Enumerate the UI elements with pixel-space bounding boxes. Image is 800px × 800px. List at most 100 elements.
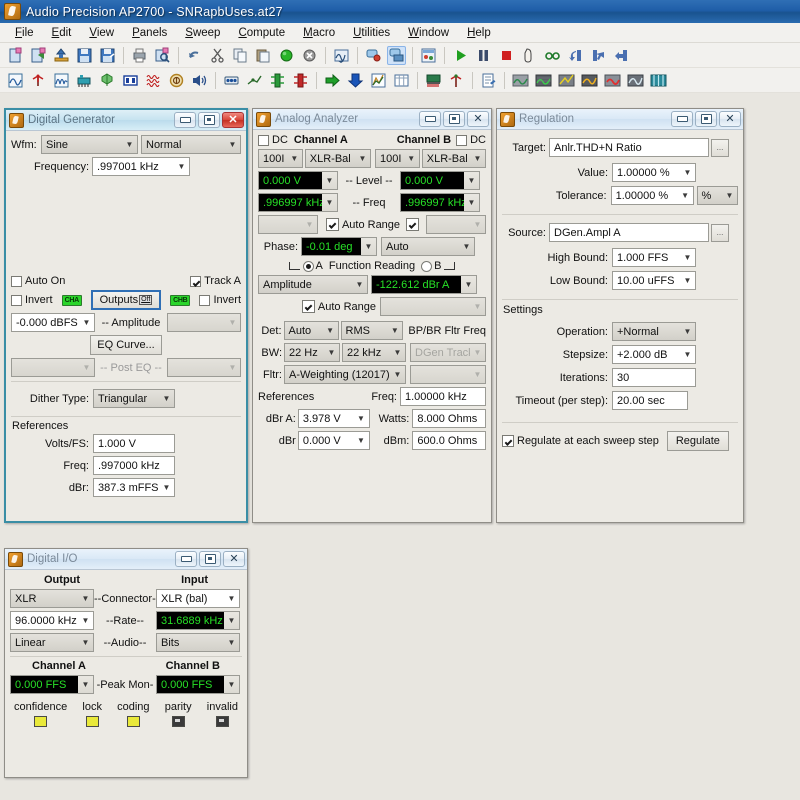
input-rate-readout[interactable]: 31.6889 kHz ▼ — [156, 611, 240, 630]
cut-icon[interactable] — [208, 46, 227, 65]
input-connector-select[interactable]: XLR (bal) ▼ — [156, 589, 240, 608]
sweep-panel-icon[interactable] — [52, 71, 71, 90]
function-reading-readout[interactable]: -122.612 dBr A ▼ — [371, 275, 477, 294]
post-eq-a-select[interactable]: ▼ — [11, 358, 95, 377]
new-test-icon[interactable] — [6, 46, 25, 65]
run-icon[interactable] — [451, 46, 470, 65]
waveform-display-icon[interactable] — [332, 46, 351, 65]
dbm-input[interactable]: 600.0 Ohms — [412, 431, 487, 450]
target-input[interactable]: Anlr.THD+N Ratio — [549, 138, 709, 157]
menu-sweep[interactable]: Sweep — [176, 26, 229, 40]
dsp-audio-icon[interactable] — [121, 71, 140, 90]
digital-generator-panel[interactable]: Digital Generator ✕ Wfm: Sine ▼ Normal ▼… — [4, 108, 248, 523]
auto-range-b-checkbox[interactable] — [406, 218, 420, 231]
maximize-button[interactable] — [443, 111, 465, 127]
close-button[interactable]: ✕ — [719, 111, 741, 127]
menu-help[interactable]: Help — [458, 26, 500, 40]
auto-on-checkbox[interactable] — [11, 275, 22, 287]
menu-view[interactable]: View — [80, 26, 123, 40]
bargraph-teal-icon[interactable] — [649, 71, 668, 90]
digital-generator-titlebar[interactable]: Digital Generator ✕ — [6, 110, 246, 131]
invert-b-group[interactable]: Invert — [199, 294, 241, 306]
fn-range-select[interactable]: ▼ — [380, 297, 486, 316]
panel-properties-icon[interactable] — [419, 46, 438, 65]
chevron-down-icon[interactable]: ▼ — [224, 676, 239, 693]
dither-select[interactable]: Triangular ▼ — [93, 389, 175, 408]
step-back-icon[interactable] — [566, 46, 585, 65]
chevron-down-icon[interactable]: ▼ — [461, 276, 476, 293]
amplitude-a-input[interactable]: -0.000 dBFS ▼ — [11, 313, 95, 332]
post-eq-b-select[interactable]: ▼ — [167, 358, 241, 377]
graph-icon[interactable] — [369, 71, 388, 90]
open-test-icon[interactable] — [29, 46, 48, 65]
stepsize-input[interactable]: +2.000 dB ▼ — [612, 345, 696, 364]
save-as-icon[interactable] — [98, 46, 117, 65]
menu-macro[interactable]: Macro — [294, 26, 344, 40]
aa-dbr-input[interactable]: 0.000 V ▼ — [297, 431, 370, 450]
menu-edit[interactable]: Edit — [43, 26, 81, 40]
chevron-down-icon[interactable]: ▼ — [322, 194, 337, 211]
switcher-b-icon[interactable] — [291, 71, 310, 90]
tolerance-unit-select[interactable]: % ▼ — [696, 186, 738, 205]
invert-a-group[interactable]: Invert — [11, 294, 53, 306]
external-sync-icon[interactable] — [222, 71, 241, 90]
range-sel-a[interactable]: ▼ — [258, 215, 318, 234]
fn-auto-range-checkbox[interactable] — [301, 300, 315, 313]
bw-high-select[interactable]: 22 kHz ▼ — [342, 343, 406, 362]
tolerance-input[interactable]: 1.00000 % ▼ — [610, 186, 694, 205]
track-a-checkbox[interactable] — [190, 275, 202, 287]
menu-window[interactable]: Window — [399, 26, 458, 40]
bargraph-green-icon[interactable] — [534, 71, 553, 90]
output-audio-select[interactable]: Linear ▼ — [10, 633, 94, 652]
import-icon[interactable] — [346, 71, 365, 90]
bargraph-orange-icon[interactable] — [580, 71, 599, 90]
auto-range-a-checkbox[interactable] — [325, 218, 339, 231]
analog-analyzer-panel[interactable]: Analog Analyzer ✕ DC Channel A Channel B… — [252, 108, 492, 523]
waveform-select[interactable]: Sine ▼ — [41, 135, 138, 154]
dc-b-group[interactable]: Channel B DC — [397, 134, 486, 146]
digital-io-panel[interactable]: Digital I/O ✕ Output Input XLR ▼ --Conne… — [4, 548, 248, 778]
chevron-down-icon[interactable]: ▼ — [464, 172, 479, 189]
bargraph-yellow-icon[interactable] — [557, 71, 576, 90]
invert-a-checkbox[interactable] — [11, 294, 22, 306]
aa-ref-freq-input[interactable]: 1.00000 kHz — [400, 387, 486, 406]
outputs-button[interactable]: Outputs Off — [91, 290, 161, 310]
bargraph-gray-icon[interactable] — [511, 71, 530, 90]
menu-panels[interactable]: Panels — [123, 26, 176, 40]
regulation-titlebar[interactable]: Regulation ✕ — [497, 109, 743, 130]
digital-io-icon[interactable] — [75, 71, 94, 90]
amplitude-b-input[interactable]: ▼ — [167, 313, 241, 332]
peak-a-readout[interactable]: 0.000 FFS ▼ — [10, 675, 94, 694]
close-button[interactable]: ✕ — [223, 551, 245, 567]
dc-b-checkbox[interactable] — [456, 134, 468, 146]
analog-analyzer-titlebar[interactable]: Analog Analyzer ✕ — [253, 109, 491, 130]
peak-b-readout[interactable]: 0.000 FFS ▼ — [156, 675, 240, 694]
high-bound-input[interactable]: 1.000 FFS ▼ — [612, 248, 696, 267]
low-bound-input[interactable]: 10.00 uFFS ▼ — [612, 271, 696, 290]
maximize-button[interactable] — [695, 111, 717, 127]
function-select[interactable]: Amplitude ▼ — [258, 275, 368, 294]
bandpass-icon[interactable] — [144, 71, 163, 90]
undo-icon[interactable] — [185, 46, 204, 65]
chevron-down-icon[interactable]: ▼ — [78, 676, 93, 693]
dc-a-checkbox[interactable] — [258, 134, 269, 146]
input-audio-select[interactable]: Bits ▼ — [156, 633, 240, 652]
pause-icon[interactable] — [474, 46, 493, 65]
range-a-select[interactable]: 100I ▼ — [258, 149, 303, 168]
save-icon[interactable] — [75, 46, 94, 65]
range-sel-b[interactable]: ▼ — [426, 215, 486, 234]
comment-blue-icon[interactable] — [387, 45, 406, 65]
ref-freq-input[interactable]: .997000 kHz — [93, 456, 175, 475]
auto-on-group[interactable]: Auto On — [11, 275, 65, 287]
analog-generator-icon[interactable] — [29, 71, 48, 90]
menu-compute[interactable]: Compute — [229, 26, 294, 40]
fltr-extra-select[interactable]: ▼ — [410, 365, 486, 384]
phase-mode-select[interactable]: Auto ▼ — [381, 237, 475, 256]
freq-b-readout[interactable]: .996997 kHz ▼ — [400, 193, 480, 212]
minimize-button[interactable] — [671, 111, 693, 127]
chevron-down-icon[interactable]: ▼ — [361, 238, 376, 255]
function-reading-a-radio[interactable] — [302, 260, 314, 272]
glasses-icon[interactable] — [543, 46, 562, 65]
freq-a-readout[interactable]: .996997 kHz ▼ — [258, 193, 338, 212]
signal-path-icon[interactable] — [245, 71, 264, 90]
